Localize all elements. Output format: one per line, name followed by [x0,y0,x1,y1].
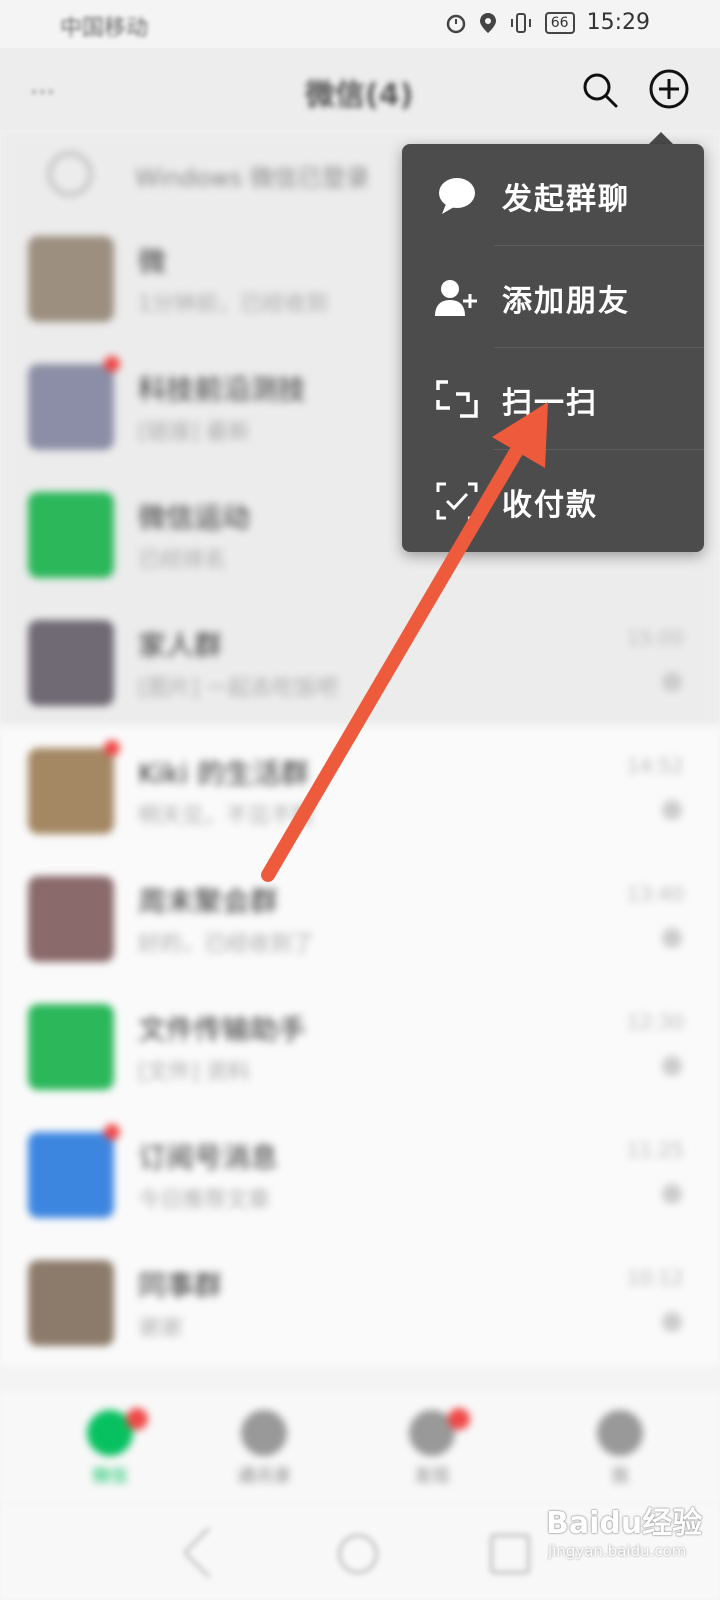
mute-icon [662,1056,682,1076]
unread-badge [104,740,120,756]
add-friend-icon [435,280,477,316]
plus-menu: 发起群聊 添加朋友 扫一扫 收付款 [402,144,704,552]
app-header: ··· 微信(4) [0,48,720,130]
nav-me[interactable]: 我 [580,1410,660,1488]
menu-label-group-chat: 发起群聊 [502,182,630,217]
chat-time: 14:52 [626,754,684,778]
nav-discover[interactable]: 发现 [392,1408,472,1488]
watermark-sub: jingyan.baidu.com [548,1542,687,1560]
chat-preview: 谢谢 [138,1316,183,1341]
nav-me-label: 我 [611,1466,629,1487]
chat-bubble-icon [439,178,475,214]
chat-row[interactable]: Kiki 的生活群明天见，不见不散 14:52 [0,726,720,854]
add-button[interactable] [648,68,690,110]
watermark-main: Baidu经验 [546,1506,703,1541]
nav-badge [448,1408,470,1430]
status-icons: 66 15:29 [445,10,650,35]
more-dots: ··· [30,78,55,108]
mute-icon [662,928,682,948]
mute-icon [662,1312,682,1332]
chat-preview: 好的，已经收到了 [138,932,315,957]
plus-circle-icon [649,69,689,109]
chat-time: 10:12 [626,1266,684,1290]
search-icon [583,73,618,108]
menu-item-payment[interactable]: 收付款 [402,450,704,552]
windows-login-text: Windows 微信已登录 [135,164,370,192]
nav-chats[interactable]: 微信 [70,1408,150,1488]
unread-badge [104,1124,120,1140]
chat-name: 微信运动 [138,501,251,534]
nav-discover-label: 发现 [414,1466,450,1487]
chat-preview: [文件] 资料 [138,1060,251,1085]
nav-contacts-label: 通讯录 [237,1466,291,1487]
menu-item-scan[interactable]: 扫一扫 [402,348,704,450]
mute-icon [662,800,682,820]
avatar [28,236,114,322]
chat-row[interactable]: 订阅号消息今日推荐文章 11:25 [0,1110,720,1238]
chat-name: 周末聚会群 [138,885,279,918]
chat-preview: [图片] 一起去吃饭吧 [138,676,339,701]
bottom-nav: 微信 通讯录 发现 我 [0,1392,720,1504]
menu-label-payment: 收付款 [502,488,598,523]
chat-name: Kiki 的生活群 [138,757,310,790]
chat-time: 11:25 [626,1138,684,1162]
clock: 15:29 [586,10,650,35]
menu-item-add-friend[interactable]: 添加朋友 [402,246,704,348]
nav-contacts-icon [241,1410,287,1456]
chat-preview: [链接] 最新 [138,420,251,445]
recent-apps-icon[interactable] [490,1534,530,1574]
avatar [28,1260,114,1346]
chat-preview: 1分钟前，已经收到 [138,292,328,317]
chat-time: 15:00 [626,626,684,650]
chat-preview: 已经排名 [138,548,227,573]
page-title: 微信(4) [305,78,414,113]
location-icon [479,12,496,33]
chat-name: 微 [138,245,167,278]
chat-time: 12:30 [626,1010,684,1034]
chat-name: 订阅号消息 [138,1141,279,1174]
menu-item-group-chat[interactable]: 发起群聊 [402,144,704,246]
avatar [28,364,114,450]
chat-row[interactable]: 同事群谢谢 10:12 [0,1238,720,1366]
home-icon[interactable] [338,1534,378,1574]
carrier-label: 中国移动 [60,16,149,41]
menu-label-scan: 扫一扫 [502,386,598,421]
chat-preview: 今日推荐文章 [138,1188,271,1213]
avatar [28,492,114,578]
avatar [28,1004,114,1090]
avatar [28,876,114,962]
payment-icon [436,482,478,520]
nav-contacts[interactable]: 通讯录 [224,1410,304,1488]
battery-indicator: 66 [544,11,575,34]
chat-name: 家人群 [138,629,223,662]
computer-icon [48,152,92,196]
chat-row[interactable]: 周末聚会群好的，已经收到了 13:40 [0,854,720,982]
mute-icon [662,672,682,692]
mute-icon [662,1184,682,1204]
chat-preview: 明天见，不见不散 [138,804,315,829]
watermark-logo: Baidu经验 jingyan.baidu.com [540,1494,708,1574]
chat-row[interactable]: 文件传输助手 [文件] 资料 12:30 [0,982,720,1110]
chat-name: 同事群 [138,1269,223,1302]
scan-icon [436,380,478,418]
chat-row[interactable]: 家人群 [图片] 一起去吃饭吧 15:00 [0,598,720,726]
nav-chats-label: 微信 [92,1466,128,1487]
chat-name: 科技前沿测技 [138,373,307,406]
back-icon[interactable] [182,1526,235,1579]
status-bar: 中国移动 66 15:29 [0,0,720,48]
alarm-icon [446,14,466,33]
menu-label-add-friend: 添加朋友 [502,284,630,319]
avatar [28,748,114,834]
vibrate-icon [510,12,531,33]
nav-badge [126,1408,148,1430]
chat-time: 13:40 [626,882,684,906]
search-button[interactable] [580,70,620,110]
unread-badge [104,356,120,372]
avatar [28,620,114,706]
chat-name: 文件传输助手 [138,1013,307,1046]
nav-me-icon [597,1410,643,1456]
avatar [28,1132,114,1218]
